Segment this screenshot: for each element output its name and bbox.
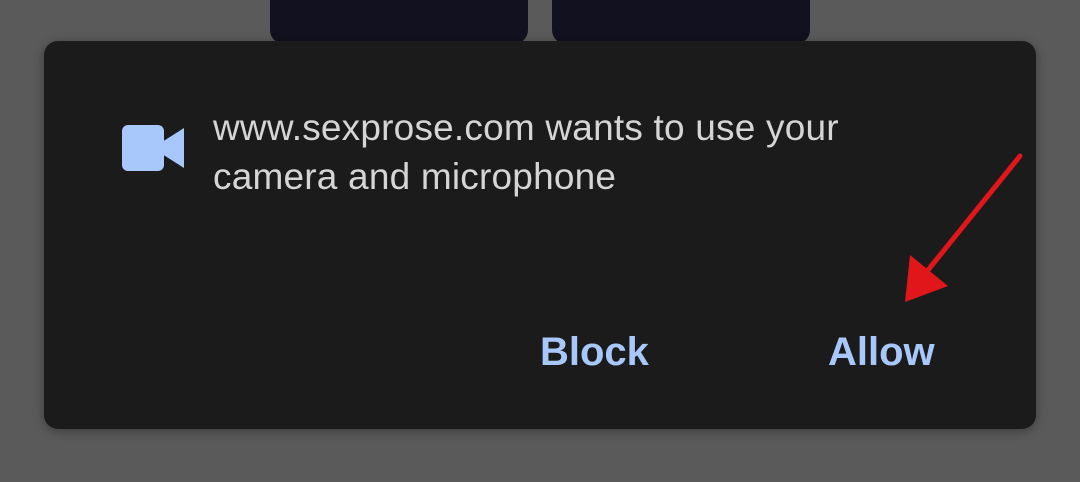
- background-tile-right: [552, 0, 810, 44]
- background-tile-left: [270, 0, 528, 44]
- allow-button[interactable]: Allow: [828, 327, 935, 377]
- permission-dialog: www.sexprose.com wants to use your camer…: [44, 41, 1036, 429]
- annotation-arrow: [905, 153, 1023, 302]
- permission-message: www.sexprose.com wants to use your camer…: [213, 107, 839, 197]
- video-camera-icon: [122, 125, 184, 171]
- block-button[interactable]: Block: [540, 327, 649, 377]
